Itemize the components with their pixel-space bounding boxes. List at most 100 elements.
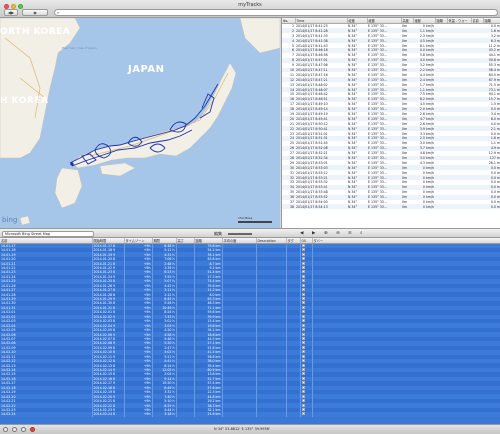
row-checkbox[interactable] xyxy=(301,274,305,278)
row-checkbox[interactable] xyxy=(301,270,305,274)
column-header[interactable]: 気温 - ウォー xyxy=(447,18,472,24)
row-checkbox[interactable] xyxy=(301,288,305,292)
row-checkbox[interactable] xyxy=(301,332,305,336)
scale-label: 150 Miles xyxy=(238,216,253,220)
row-checkbox[interactable] xyxy=(301,244,305,247)
table-cell: E 135° 33... xyxy=(367,204,401,210)
remove-button[interactable] xyxy=(12,427,17,432)
row-checkbox[interactable] xyxy=(301,368,305,372)
add-button[interactable] xyxy=(3,427,8,432)
row-checkbox[interactable] xyxy=(301,297,305,301)
row-checkbox[interactable] xyxy=(301,279,305,283)
track-start-marker[interactable] xyxy=(70,162,74,166)
row-checkbox[interactable] xyxy=(301,323,305,327)
next-control-icon[interactable]: ▶ xyxy=(312,230,315,237)
map-type-select[interactable]: Microsoft Bing Street Map xyxy=(2,231,94,237)
zoom-out-icon[interactable]: ⊖ xyxy=(336,230,340,237)
japan-label: JAPAN xyxy=(128,64,165,75)
points-table-panel[interactable]: No. Time 緯度 経度 高度 速度 距離 気温 - ウォー 名前 距離 1 2014/01/1… xyxy=(281,18,500,228)
row-checkbox[interactable] xyxy=(301,336,305,340)
row-checkbox[interactable] xyxy=(301,292,305,296)
row-checkbox[interactable] xyxy=(301,314,305,318)
bing-logo: bing xyxy=(2,216,18,224)
row-checkbox[interactable] xyxy=(301,390,305,394)
row-checkbox[interactable] xyxy=(301,399,305,403)
row-checkbox[interactable] xyxy=(301,265,305,269)
scale-bar xyxy=(238,221,272,223)
row-checkbox[interactable] xyxy=(301,363,305,367)
search-icon: ⌕ xyxy=(57,10,60,15)
row-checkbox[interactable] xyxy=(301,376,305,380)
row-checkbox[interactable] xyxy=(301,248,305,252)
tracks-table-panel[interactable]: 名前 開始時間 タイムゾーン 期間 高さ 距離 平均の速 Description タグ OS ダバー… xyxy=(0,238,500,424)
table-cell: 2014-02-24 8 xyxy=(92,412,125,417)
row-checkbox[interactable] xyxy=(301,319,305,323)
row-checkbox[interactable] xyxy=(301,283,305,287)
row-checkbox[interactable] xyxy=(301,412,305,416)
table-cell: 38 xyxy=(282,204,295,210)
east-sea-label: East Sea / Sea of Japan xyxy=(62,46,97,50)
table-cell: 3:18 h xyxy=(152,412,177,417)
row-checkbox[interactable] xyxy=(301,381,305,385)
row-checkbox[interactable] xyxy=(301,403,305,407)
table-cell xyxy=(176,412,195,417)
table-cell: 0m xyxy=(401,204,413,210)
table-row[interactable]: 14-02-24 2014-02-24 8 +9h 3:18 h 21.6 km xyxy=(0,412,500,417)
table-cell: 21.6 km xyxy=(194,412,223,417)
island xyxy=(19,215,31,226)
zoom-in-icon[interactable]: ⊕ xyxy=(324,230,328,237)
table-cell xyxy=(435,204,447,210)
map-canvas[interactable] xyxy=(0,18,280,228)
table-cell: +9h xyxy=(124,412,153,417)
prev-control-icon[interactable]: ◀ xyxy=(300,230,303,237)
row-checkbox[interactable] xyxy=(301,261,305,265)
row-checkbox[interactable] xyxy=(301,394,305,398)
table-row[interactable]: 38 2014/01/17 8:54:13 N 34° E 135° 33... 0m 0… xyxy=(282,204,500,210)
table-cell xyxy=(256,412,287,417)
list-icon[interactable]: ≡ xyxy=(348,230,352,237)
table-cell xyxy=(312,412,500,417)
row-checkbox[interactable] xyxy=(301,305,305,309)
row-checkbox[interactable] xyxy=(301,328,305,332)
row-checkbox[interactable] xyxy=(301,301,305,305)
row-checkbox[interactable] xyxy=(301,341,305,345)
search-field[interactable]: ⌕ xyxy=(54,9,498,16)
tracks-table[interactable]: 名前 開始時間 タイムゾーン 期間 高さ 距離 平均の速 Description タグ OS ダバー… xyxy=(0,238,500,417)
sync-button[interactable] xyxy=(21,427,26,432)
view-toggle-button[interactable]: ◉ xyxy=(22,9,48,16)
table-cell xyxy=(471,204,483,210)
table-cell xyxy=(286,412,301,417)
window-title: myTracks xyxy=(238,2,262,8)
points-table[interactable]: No. Time 緯度 経度 高度 速度 距離 気温 - ウォー 名前 距離 1 2014/01/1… xyxy=(282,18,500,210)
cursor-coordinates: N 34° 53.8812' E 135° 39.9958' xyxy=(214,427,270,431)
hokkaido-landmass xyxy=(239,18,280,54)
title-bar: myTracks ◀▶ ◉ ⌕ xyxy=(0,0,500,18)
row-checkbox[interactable] xyxy=(301,310,305,314)
time-slider[interactable] xyxy=(228,233,252,235)
row-checkbox[interactable] xyxy=(301,407,305,411)
record-button[interactable] xyxy=(30,427,35,432)
row-checkbox[interactable] xyxy=(301,252,305,256)
row-checkbox[interactable] xyxy=(301,354,305,358)
north-korea-label: ORTH KOREA xyxy=(0,27,71,37)
row-checkbox[interactable] xyxy=(301,345,305,349)
table-cell: 2014/01/17 8:54:13 xyxy=(295,204,347,210)
row-checkbox[interactable] xyxy=(301,350,305,354)
row-checkbox[interactable] xyxy=(301,359,305,363)
table-cell xyxy=(222,412,257,417)
shikoku-landmass xyxy=(99,162,136,177)
row-checkbox[interactable] xyxy=(301,257,305,261)
edit-label: 編集 xyxy=(214,231,222,236)
status-bar: N 34° 53.8812' E 135° 39.9958' xyxy=(0,424,500,434)
map-controls-bar: Microsoft Bing Street Map 編集 ◀ ▶ ⊕ ⊖ ≡ ⌕ xyxy=(0,228,500,238)
nav-buttons[interactable]: ◀▶ xyxy=(4,9,18,16)
row-checkbox[interactable] xyxy=(301,372,305,376)
row-checkbox[interactable] xyxy=(301,385,305,389)
table-cell: N 34° xyxy=(347,204,367,210)
table-cell xyxy=(447,204,471,210)
map-scale: 150 Miles xyxy=(238,216,272,223)
table-cell: 0 km/h xyxy=(413,204,435,210)
table-cell: 14-02-24 xyxy=(0,412,93,417)
map-view[interactable]: ORTH KOREA H KOREA JAPAN East Sea / Sea … xyxy=(0,18,280,228)
find-icon[interactable]: ⌕ xyxy=(360,230,363,237)
